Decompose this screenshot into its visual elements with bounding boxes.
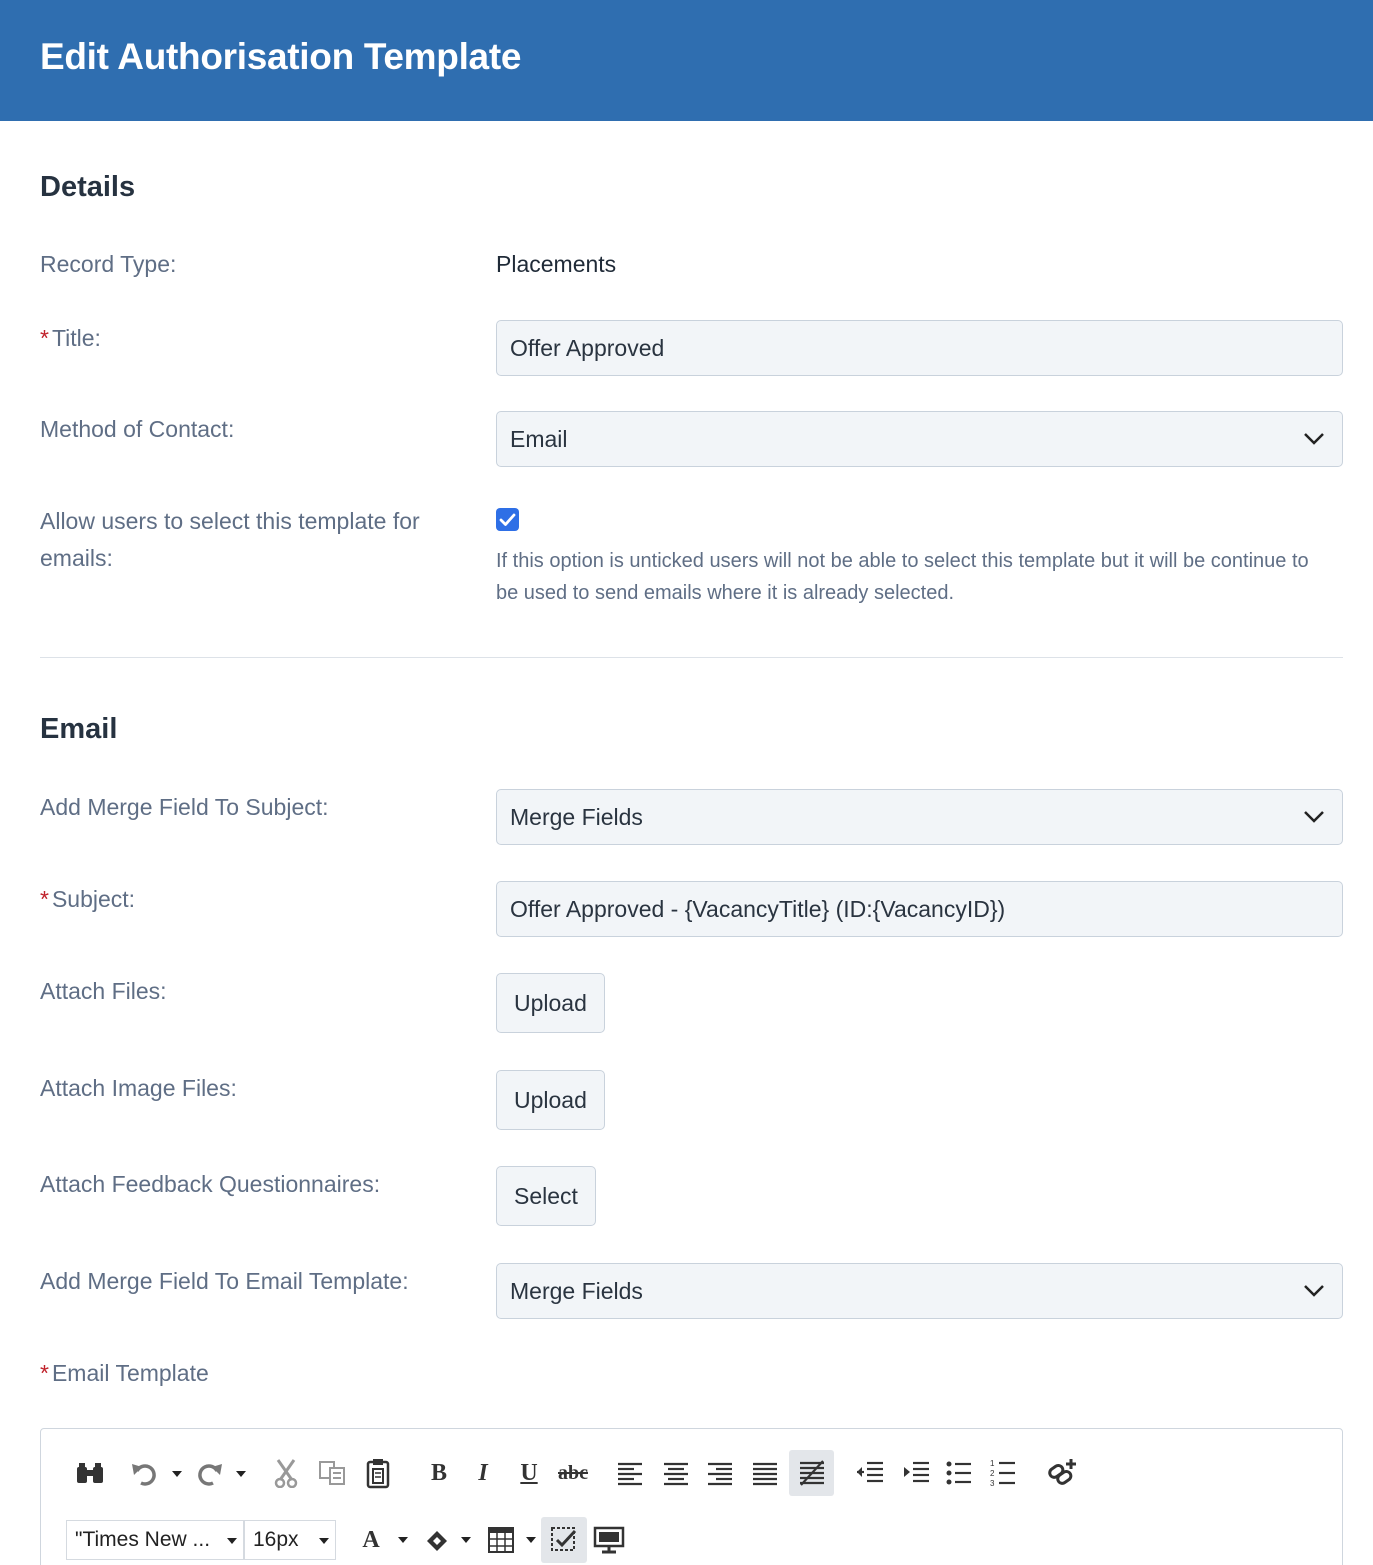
email-template-label: * Email Template	[40, 1355, 209, 1392]
copy-icon[interactable]	[315, 1456, 351, 1490]
chevron-down-icon	[1304, 1285, 1324, 1297]
allow-select-help: If this option is unticked users will no…	[496, 550, 1309, 604]
undo-dropdown-icon[interactable]	[172, 1471, 182, 1477]
cut-icon[interactable]	[269, 1456, 303, 1490]
align-center-icon[interactable]	[659, 1456, 693, 1490]
svg-text:1: 1	[990, 1459, 995, 1468]
method-of-contact-value: Email	[510, 426, 568, 452]
attach-questionnaires-label: Attach Feedback Questionnaires:	[40, 1171, 381, 1197]
clear-format-icon[interactable]	[789, 1450, 834, 1496]
redo-icon[interactable]	[191, 1456, 227, 1490]
align-left-icon[interactable]	[613, 1456, 647, 1490]
required-marker: *	[40, 886, 49, 912]
chevron-down-icon	[1304, 811, 1324, 823]
caret-down-icon	[227, 1538, 237, 1544]
font-color-dropdown-icon[interactable]	[398, 1537, 408, 1543]
align-right-icon[interactable]	[703, 1456, 737, 1490]
record-type-value: Placements	[496, 251, 617, 277]
undo-icon[interactable]	[127, 1456, 163, 1490]
font-size-select[interactable]: 16px	[244, 1520, 336, 1560]
merge-template-select[interactable]: Merge Fields	[496, 1263, 1343, 1319]
justify-icon[interactable]	[748, 1456, 782, 1490]
merge-subject-label: Add Merge Field To Subject:	[40, 794, 329, 820]
strikethrough-icon[interactable]: abc	[555, 1456, 591, 1490]
font-color-icon[interactable]: A	[357, 1523, 385, 1557]
font-family-value: "Times New ...	[75, 1528, 211, 1551]
allow-select-checkbox[interactable]	[496, 508, 519, 531]
title-label: * Title:	[40, 320, 101, 357]
svg-text:3: 3	[990, 1479, 995, 1488]
svg-text:2: 2	[990, 1469, 995, 1478]
email-template-label-text: Email Template	[51, 1360, 209, 1386]
outdent-icon[interactable]	[853, 1456, 887, 1490]
page-header: Edit Authorisation Template	[0, 0, 1373, 121]
subject-input[interactable]: Offer Approved - {VacancyTitle} (ID:{Vac…	[496, 881, 1343, 937]
merge-subject-select[interactable]: Merge Fields	[496, 789, 1343, 845]
link-icon[interactable]	[1043, 1456, 1081, 1490]
merge-template-label: Add Merge Field To Email Template:	[40, 1268, 409, 1294]
chevron-down-icon	[1304, 433, 1324, 445]
section-divider	[40, 657, 1343, 658]
paste-icon[interactable]	[361, 1456, 395, 1490]
record-type-label: Record Type:	[40, 251, 177, 277]
attach-files-upload-button[interactable]: Upload	[496, 973, 605, 1033]
table-icon[interactable]	[485, 1523, 517, 1557]
preview-icon[interactable]	[591, 1523, 627, 1557]
email-template-editor[interactable]: B I U abc 123 "Times New ... 16px A	[40, 1428, 1343, 1565]
required-marker: *	[40, 1360, 49, 1386]
font-family-select[interactable]: "Times New ...	[66, 1520, 244, 1560]
spellcheck-icon[interactable]	[541, 1517, 587, 1563]
numbered-list-icon[interactable]: 123	[987, 1456, 1019, 1490]
title-label-text: Title:	[51, 325, 101, 351]
required-marker: *	[40, 325, 49, 351]
bold-icon[interactable]: B	[425, 1456, 453, 1490]
bullet-list-icon[interactable]	[943, 1456, 975, 1490]
italic-icon[interactable]: I	[469, 1456, 497, 1490]
attach-files-label: Attach Files:	[40, 978, 167, 1004]
underline-icon[interactable]: U	[515, 1456, 543, 1490]
allow-select-label: Allow users to select this template for …	[40, 508, 420, 571]
find-icon[interactable]	[71, 1456, 109, 1490]
title-input[interactable]: Offer Approved	[496, 320, 1343, 376]
subject-label: * Subject:	[40, 881, 135, 918]
details-heading: Details	[40, 171, 136, 203]
merge-template-value: Merge Fields	[510, 1278, 643, 1304]
email-heading: Email	[40, 713, 118, 745]
method-of-contact-label: Method of Contact:	[40, 416, 235, 442]
highlight-icon[interactable]	[421, 1523, 453, 1557]
attach-images-upload-button[interactable]: Upload	[496, 1070, 605, 1130]
highlight-dropdown-icon[interactable]	[461, 1537, 471, 1543]
table-dropdown-icon[interactable]	[526, 1537, 536, 1543]
attach-questionnaires-select-button[interactable]: Select	[496, 1166, 596, 1226]
caret-down-icon	[319, 1538, 329, 1544]
attach-images-label: Attach Image Files:	[40, 1075, 237, 1101]
method-of-contact-select[interactable]: Email	[496, 411, 1343, 467]
checkmark-icon	[499, 513, 516, 526]
redo-dropdown-icon[interactable]	[236, 1471, 246, 1477]
font-size-value: 16px	[253, 1528, 299, 1551]
indent-icon[interactable]	[899, 1456, 933, 1490]
page-title: Edit Authorisation Template	[40, 36, 522, 77]
merge-subject-value: Merge Fields	[510, 804, 643, 830]
subject-label-text: Subject:	[51, 886, 136, 912]
